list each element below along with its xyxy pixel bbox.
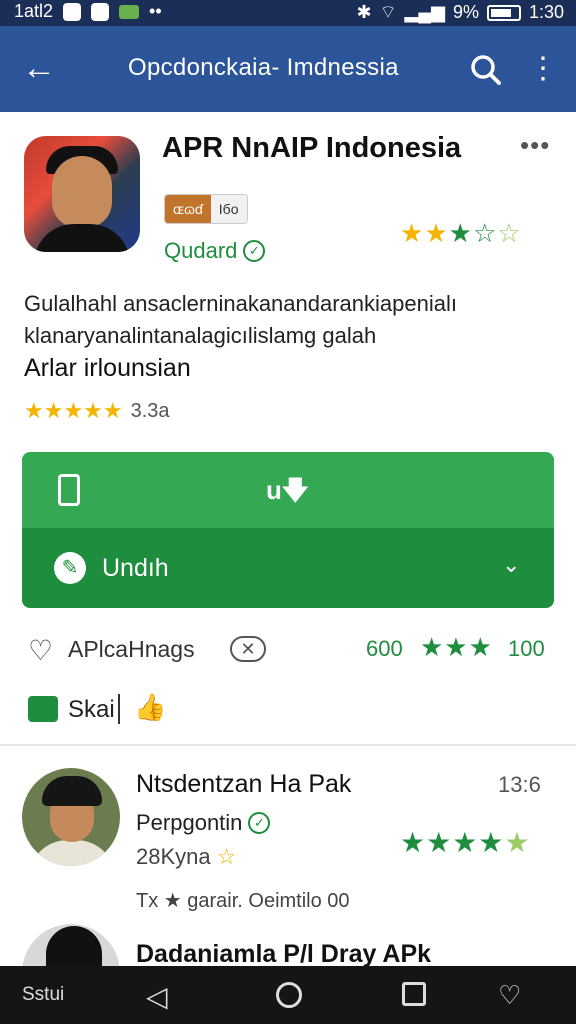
- card-more-icon[interactable]: •••: [520, 130, 550, 161]
- rating-count: 3.3a: [130, 399, 170, 422]
- heart-icon[interactable]: ♡: [28, 634, 53, 667]
- open-label: Undıh: [102, 554, 169, 582]
- battery-percent: 9%: [452, 2, 479, 22]
- verified-label: Qudard ✓: [164, 238, 266, 264]
- open-button[interactable]: ✎ Undıh ⌄: [22, 528, 554, 608]
- install-label-text: u: [266, 475, 282, 505]
- home-circle-icon[interactable]: [276, 982, 302, 1008]
- notification-icon: [63, 2, 82, 21]
- app-tag: ɶɷɗ Iбo: [164, 194, 248, 224]
- review-note: Tx ★ garair. Oeimtilo 00: [136, 890, 350, 912]
- rating-stars: ★★★★★: [24, 398, 123, 423]
- thumb-up-icon[interactable]: 👍: [134, 692, 166, 723]
- battery-icon: [486, 4, 521, 21]
- text-caret: [118, 694, 120, 724]
- system-nav-bar: Sstui ◁ ♡: [0, 966, 576, 1024]
- arrow-left-icon[interactable]: ←: [22, 48, 62, 88]
- search-icon[interactable]: [466, 50, 506, 90]
- app-subtitle: Arlar irlounsian: [24, 354, 191, 382]
- gallery-icon: [119, 4, 140, 19]
- app-avatar: [24, 136, 140, 252]
- nav-label[interactable]: Sstui: [22, 984, 64, 1006]
- review-subtitle: Perpgontin ✓: [136, 810, 271, 836]
- score-stars: ★★★: [420, 632, 493, 662]
- rating-row: ★★★★★ 3.3a: [24, 398, 170, 424]
- chevron-down-icon[interactable]: ⌄: [502, 552, 520, 578]
- carrier-text: 1atl2: [14, 1, 54, 21]
- avatar: [22, 768, 120, 866]
- review-count: 28Kyna ☆: [136, 844, 236, 870]
- signal-icon: ▂▄▆: [404, 2, 445, 22]
- review-count-text: 28Kyna: [136, 844, 211, 869]
- wifi-icon: ⌔: [379, 2, 397, 22]
- download-icon: 🡇: [281, 475, 309, 505]
- tag-secondary: Iбo: [210, 195, 247, 223]
- review-time: 13:6: [498, 772, 541, 797]
- share-row: Skai 👍: [24, 692, 324, 728]
- review-author: Ntsdentzan Ha Pak: [136, 770, 352, 798]
- clock: 1:30: [528, 2, 564, 22]
- avatar-face: [52, 156, 112, 228]
- action-label[interactable]: APlcaHnags: [68, 636, 195, 663]
- star-icon: ★: [504, 827, 531, 858]
- tag-primary: ɶɷɗ: [165, 195, 211, 223]
- app-description: Gulalhahl ansaclerninakanandarankiapenia…: [24, 291, 457, 348]
- leaf-icon: ✎: [54, 552, 86, 584]
- install-label: u🡇: [266, 472, 309, 516]
- recents-square-icon[interactable]: [402, 982, 426, 1006]
- notification-icon: [91, 2, 110, 21]
- top-rating-stars: ★★★☆☆: [400, 218, 522, 249]
- phone-icon: [58, 474, 80, 506]
- assistant-icon[interactable]: ♡: [498, 980, 521, 1011]
- action-row: ♡ APlcaHnags ✕ 600 ★★★ 100: [24, 632, 554, 668]
- status-bar: 1atl2 •• ✱ ⌔ ▂▄▆ 9% 1:30: [0, 0, 576, 26]
- check-circle-icon: ✓: [248, 812, 271, 834]
- app-bar: ← Opcdonckaia- Imdnessia ⋮: [0, 26, 576, 112]
- install-button[interactable]: u🡇: [22, 452, 554, 528]
- review-subtitle-text: Perpgontin: [136, 810, 243, 835]
- check-circle-icon: ✓: [243, 240, 266, 262]
- avatar-shirt: [34, 224, 130, 252]
- star-icon: ★: [448, 218, 473, 248]
- dots-icon: ••: [149, 1, 162, 21]
- store-icon[interactable]: [28, 696, 58, 722]
- list-item-title[interactable]: Dadaniamla P/l Dray APk: [136, 940, 431, 969]
- score-value-right: 100: [508, 636, 545, 661]
- star-icon: ★: [424, 218, 449, 248]
- app-name: APR NnAIP Indonesia: [162, 132, 462, 164]
- back-triangle-icon[interactable]: ◁: [146, 980, 168, 1013]
- bluetooth-icon: ✱: [356, 2, 372, 22]
- review-stars: ★★★★★: [400, 827, 531, 858]
- app-card: APR NnAIP Indonesia ••• ɶɷɗ Iбo Qudard ✓…: [0, 112, 576, 744]
- close-icon[interactable]: ✕: [230, 636, 266, 662]
- share-label[interactable]: Skai: [68, 696, 115, 724]
- star-icon: ☆: [216, 844, 237, 869]
- star-icon: ☆: [497, 218, 522, 248]
- score-value: 600: [366, 636, 403, 661]
- verified-text: Qudard: [164, 238, 238, 263]
- star-icon: ☆: [472, 218, 498, 248]
- more-vert-icon[interactable]: ⋮: [528, 50, 558, 90]
- star-icon: ★: [400, 218, 425, 248]
- avatar-body: [28, 840, 116, 866]
- avatar-hair: [42, 776, 102, 806]
- app-bar-title: Opcdonckaia- Imdnessia: [128, 54, 399, 81]
